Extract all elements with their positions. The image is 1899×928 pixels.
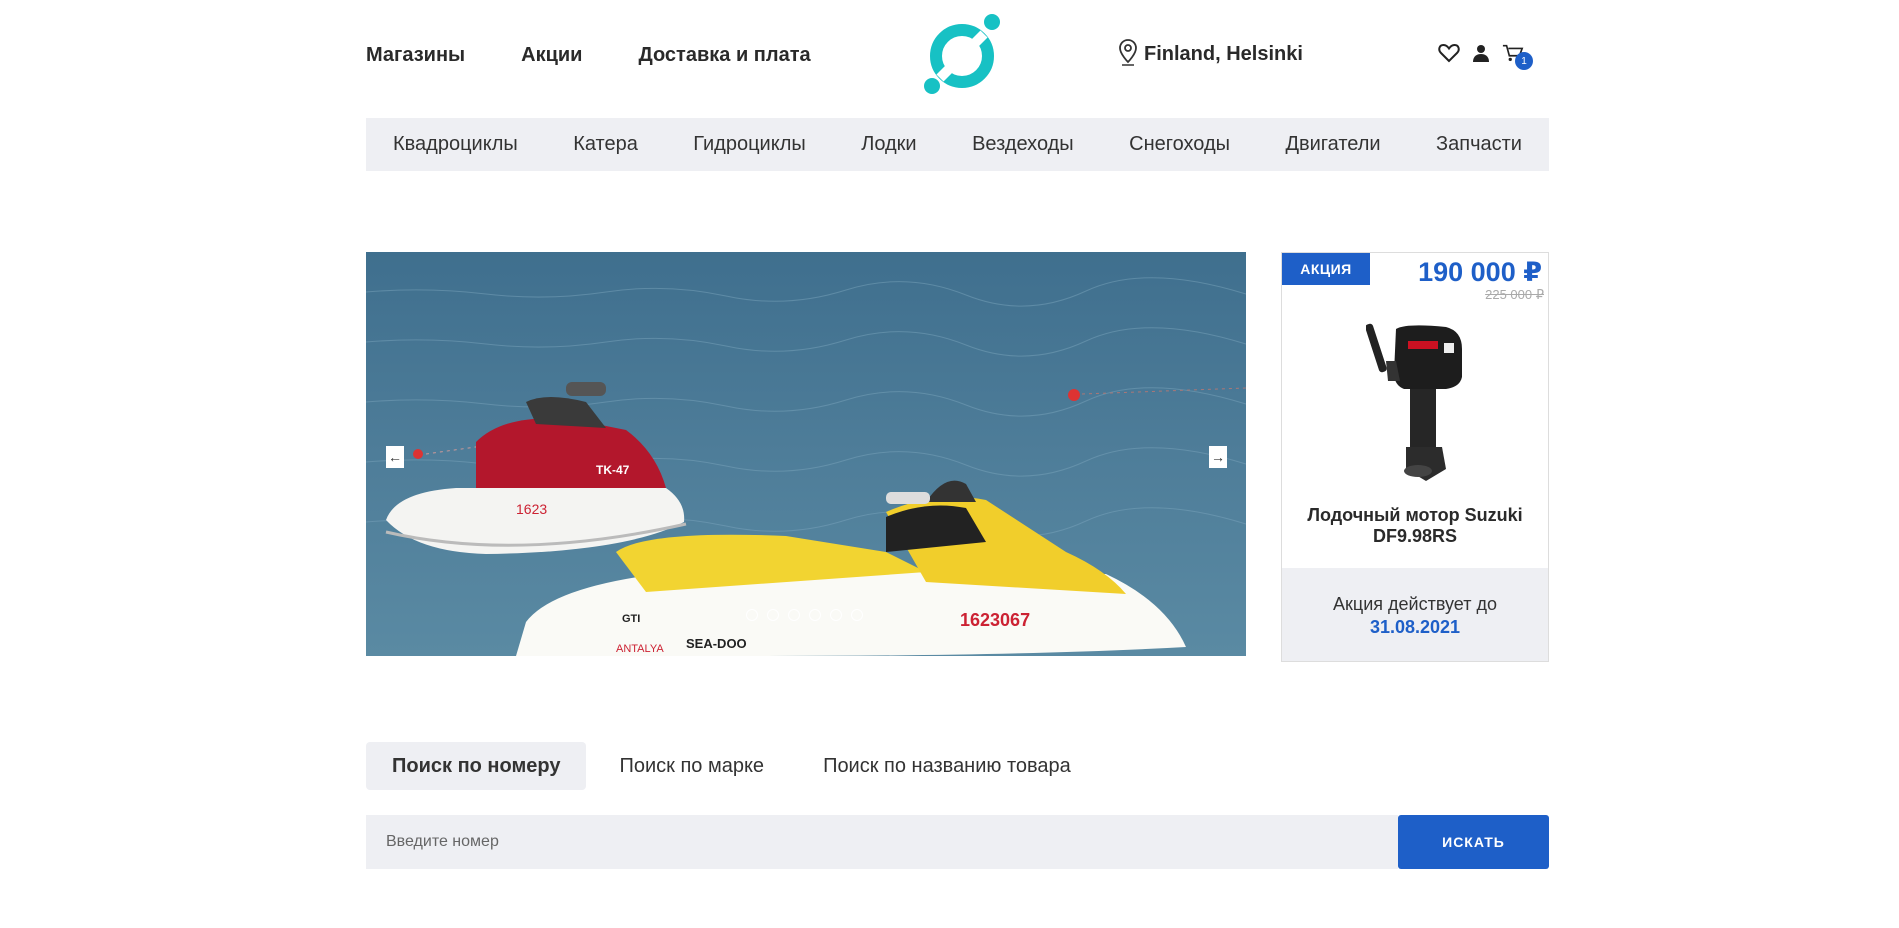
search-row: ИСКАТЬ — [366, 815, 1549, 869]
product-image-outboard-motor — [1366, 323, 1462, 481]
category-engines[interactable]: Двигатели — [1285, 133, 1380, 156]
svg-text:1623067: 1623067 — [960, 610, 1030, 630]
promo-valid-date: 31.08.2021 — [1369, 617, 1461, 637]
cart-icon[interactable]: 1 — [1502, 42, 1533, 70]
slide-image-jetskis: TK-47 1623 1623067 SEA-DOO ANTALYA GTI — [366, 252, 1246, 656]
search-tabs: Поиск по номеру Поиск по марке Поиск по … — [366, 742, 1097, 790]
slider-dot[interactable] — [788, 609, 800, 621]
tab-search-by-brand[interactable]: Поиск по марке — [586, 742, 790, 790]
category-boats-motor[interactable]: Катера — [573, 133, 638, 156]
tab-search-by-product-name[interactable]: Поиск по названию товара — [790, 742, 1097, 790]
category-jetskis[interactable]: Гидроциклы — [693, 133, 805, 156]
promo-card[interactable]: АКЦИЯ 190 000 ₽ 225 000 ₽ Лодочный мотор… — [1281, 252, 1549, 662]
promo-price: 190 000 ₽ — [1418, 257, 1542, 287]
nav-delivery-payment[interactable]: Доставка и плата — [638, 44, 810, 67]
svg-text:SEA-DOO: SEA-DOO — [686, 636, 747, 651]
category-all-terrain[interactable]: Вездеходы — [972, 133, 1074, 156]
promo-product-title[interactable]: Лодочный мотор Suzuki DF9.98RS — [1282, 505, 1548, 547]
slider-dots — [746, 609, 863, 621]
svg-text:GTI: GTI — [622, 613, 640, 625]
slider-dot[interactable] — [809, 609, 821, 621]
tab-search-by-number[interactable]: Поиск по номеру — [366, 742, 587, 790]
category-bar: Квадроциклы Катера Гидроциклы Лодки Везд… — [366, 118, 1549, 171]
promo-old-price: 225 000 ₽ — [1485, 287, 1544, 302]
nav-promotions[interactable]: Акции — [521, 44, 582, 67]
location-pin-icon — [1118, 38, 1138, 71]
slider-prev-arrow[interactable]: ← — [386, 446, 404, 468]
slider-dot[interactable] — [830, 609, 842, 621]
slider-dot[interactable] — [746, 609, 758, 621]
slider-dot[interactable] — [851, 609, 863, 621]
top-nav: Магазины Акции Доставка и плата — [366, 44, 811, 67]
category-boats[interactable]: Лодки — [861, 133, 916, 156]
location-selector[interactable]: Finland, Helsinki — [1118, 38, 1303, 71]
category-atv[interactable]: Квадроциклы — [393, 133, 518, 156]
search-button[interactable]: ИСКАТЬ — [1398, 815, 1549, 869]
promo-valid-label: Акция действует до — [1333, 594, 1497, 614]
user-icon[interactable] — [1470, 42, 1492, 64]
promo-footer: Акция действует до 31.08.2021 — [1282, 568, 1548, 661]
slider-next-arrow[interactable]: → — [1209, 446, 1227, 468]
category-parts[interactable]: Запчасти — [1436, 133, 1522, 156]
search-input[interactable] — [366, 815, 1398, 869]
svg-text:ANTALYA: ANTALYA — [616, 643, 664, 655]
promo-badge: АКЦИЯ — [1282, 253, 1370, 285]
heart-icon[interactable] — [1438, 42, 1460, 64]
hero-slider[interactable]: TK-47 1623 1623067 SEA-DOO ANTALYA GTI — [366, 252, 1246, 656]
nav-stores[interactable]: Магазины — [366, 44, 465, 67]
site-logo[interactable] — [922, 12, 1006, 96]
cart-count-badge: 1 — [1515, 52, 1533, 70]
header-actions: 1 — [1438, 42, 1533, 70]
location-text: Finland, Helsinki — [1144, 43, 1303, 65]
svg-text:TK-47: TK-47 — [596, 463, 630, 477]
slider-dot[interactable] — [767, 609, 779, 621]
category-snowmobiles[interactable]: Снегоходы — [1129, 133, 1230, 156]
svg-text:1623: 1623 — [516, 501, 547, 517]
